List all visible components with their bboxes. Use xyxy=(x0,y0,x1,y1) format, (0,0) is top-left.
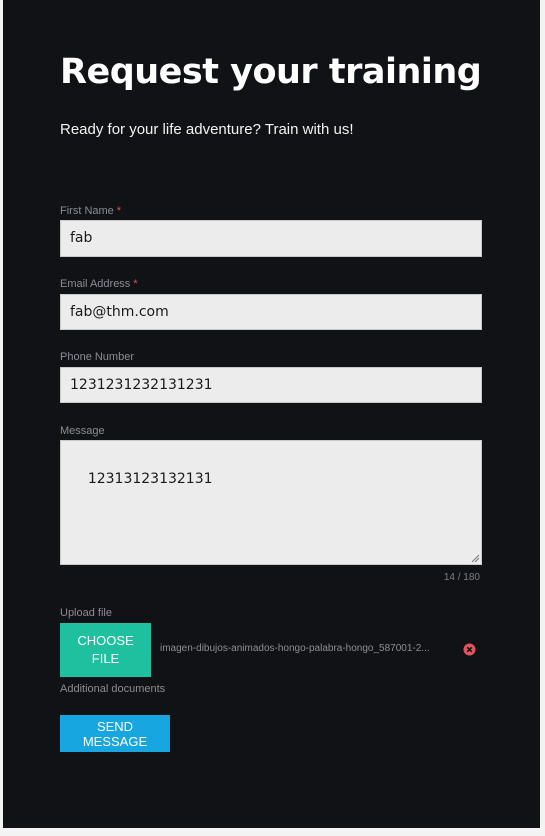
character-counter: 14 / 180 xyxy=(443,572,480,583)
choose-file-label: Choose file xyxy=(77,633,134,666)
upload-label: Upload file xyxy=(60,607,112,619)
selected-file-name: imagen-dibujos-animados-hongo-palabra-ho… xyxy=(160,643,430,654)
resize-handle-icon[interactable] xyxy=(471,554,480,563)
send-message-button[interactable]: Send message xyxy=(60,715,170,752)
required-marker: * xyxy=(133,278,138,290)
message-label: Message xyxy=(60,425,105,437)
upload-helper-text: Additional documents xyxy=(60,683,166,695)
page-title: Request your training xyxy=(60,52,482,92)
choose-file-button[interactable]: Choose file xyxy=(60,623,151,677)
message-text: 12313123132131 xyxy=(87,471,213,487)
message-field[interactable]: 12313123132131 xyxy=(60,440,482,565)
close-circle-icon[interactable] xyxy=(463,643,476,656)
required-marker: * xyxy=(116,205,122,217)
form-panel: Request your training Ready for your lif… xyxy=(3,0,540,828)
phone-field[interactable]: 1231231232131231 xyxy=(60,367,482,403)
first-name-field[interactable]: fab xyxy=(60,220,482,257)
phone-label: Phone Number xyxy=(60,351,134,363)
email-field[interactable]: fab@thm.com xyxy=(60,294,482,330)
email-label: Email Address * xyxy=(60,278,138,290)
page-subtitle: Ready for your life adventure? Train wit… xyxy=(60,121,354,138)
first-name-label: First Name * xyxy=(60,205,122,217)
